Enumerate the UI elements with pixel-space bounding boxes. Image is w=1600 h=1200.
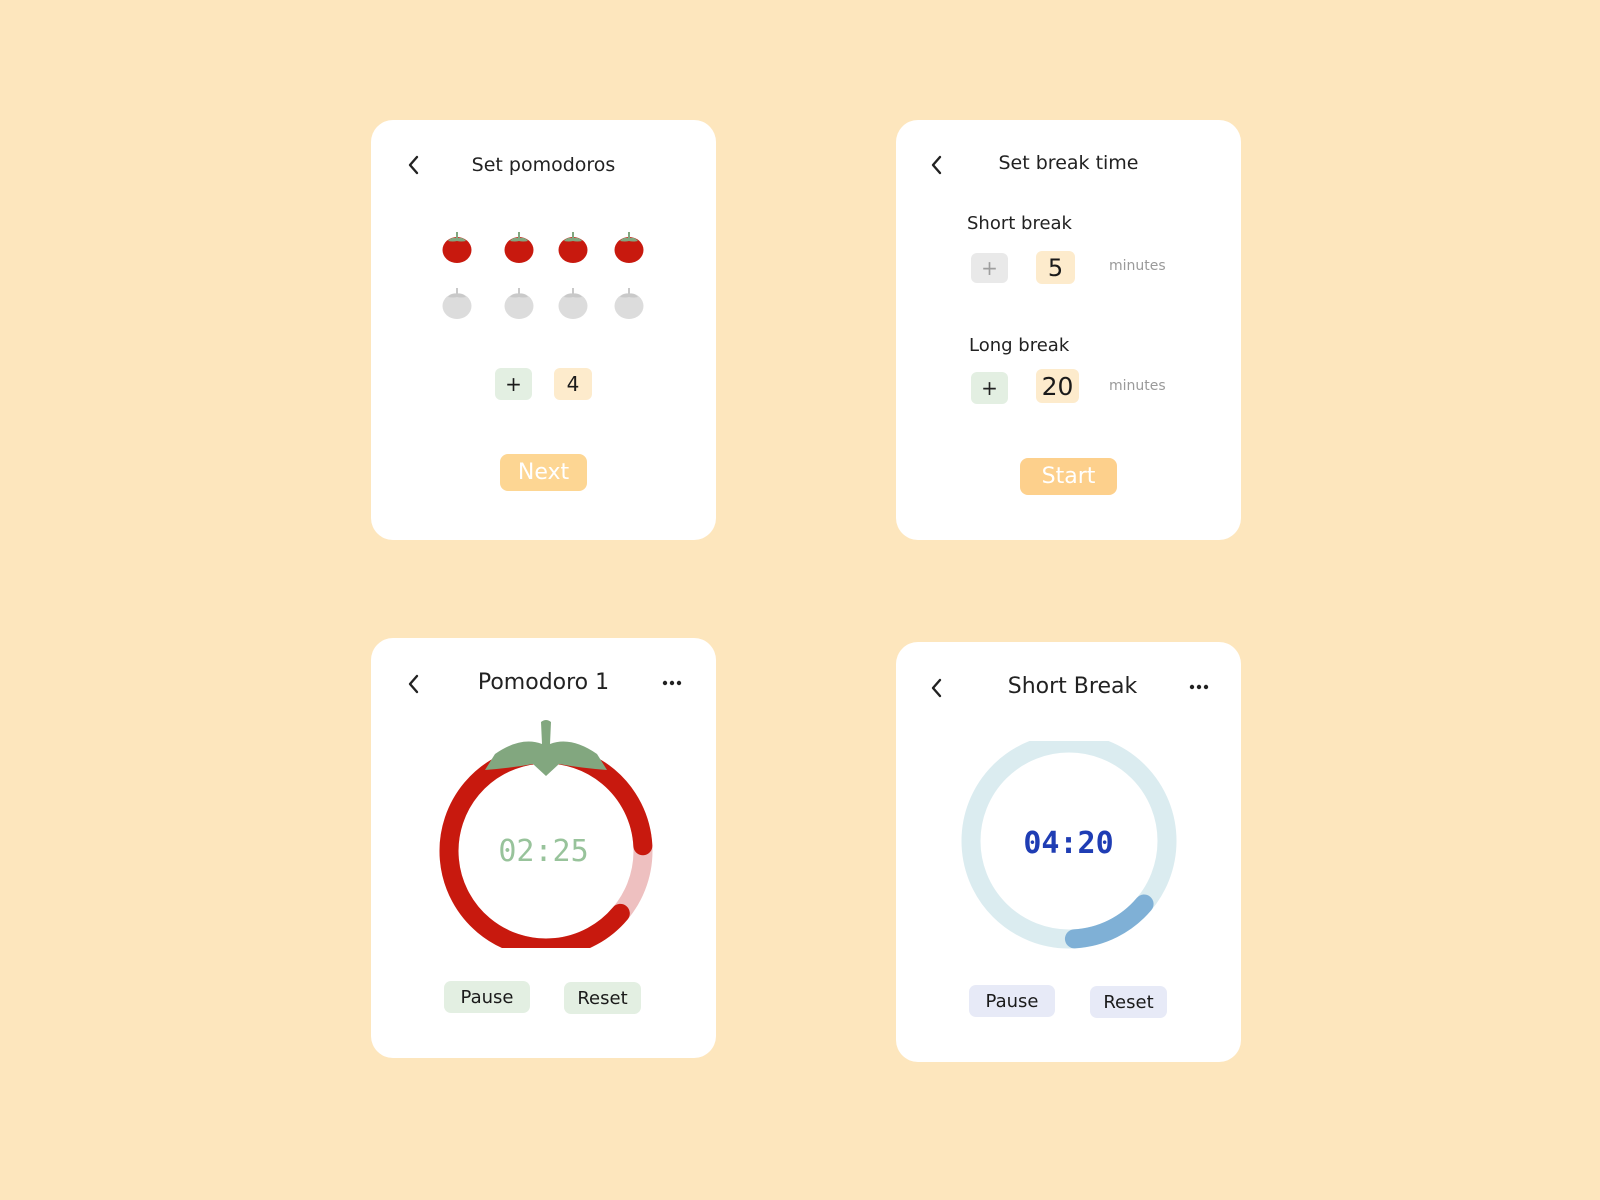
tomato-icon-unselected[interactable]: [557, 286, 589, 320]
start-button[interactable]: Start: [1020, 458, 1117, 495]
set-pomodoros-card: Set pomodoros + 4 Next: [371, 120, 716, 540]
more-horizontal-icon: [1189, 684, 1209, 690]
pause-button[interactable]: Pause: [444, 981, 530, 1013]
short-break-unit: minutes: [1109, 258, 1166, 274]
tomato-leaf-icon: [485, 720, 607, 776]
pomodoro-count: 4: [554, 368, 592, 400]
short-break-timer-card: Short Break 04:20 Pause Reset: [896, 642, 1241, 1062]
short-break-plus-button[interactable]: +: [971, 253, 1008, 283]
next-button[interactable]: Next: [500, 454, 587, 491]
set-break-card: Set break time Short break + 5 minutes L…: [896, 120, 1241, 540]
pomodoro-progress-ring: [439, 720, 653, 948]
short-break-label: Short break: [967, 213, 1072, 234]
short-break-time: 04:20: [1023, 826, 1114, 861]
pomodoro-time: 02:25: [498, 834, 589, 869]
tomato-icon-unselected[interactable]: [503, 286, 535, 320]
page-title: Set pomodoros: [471, 154, 616, 176]
pause-button[interactable]: Pause: [969, 985, 1055, 1017]
tomato-icon-selected[interactable]: [613, 230, 645, 264]
long-break-plus-button[interactable]: +: [971, 372, 1008, 404]
short-break-value: 5: [1036, 251, 1075, 284]
long-break-value: 20: [1036, 369, 1079, 403]
long-break-label: Long break: [969, 335, 1070, 356]
tomato-icon-unselected[interactable]: [441, 286, 473, 320]
page-title: Set break time: [998, 152, 1139, 174]
pomodoro-timer-card: Pomodoro 1 02:25 Pause Reset: [371, 638, 716, 1058]
tomato-icon-selected[interactable]: [441, 230, 473, 264]
tomato-icon-unselected[interactable]: [613, 286, 645, 320]
long-break-unit: minutes: [1109, 378, 1166, 394]
more-horizontal-icon: [662, 680, 682, 686]
tomato-icon-selected[interactable]: [503, 230, 535, 264]
reset-button[interactable]: Reset: [564, 982, 641, 1014]
tomato-icon-selected[interactable]: [557, 230, 589, 264]
more-options-button[interactable]: [659, 673, 685, 693]
more-options-button[interactable]: [1186, 677, 1212, 697]
add-pomodoro-button[interactable]: +: [495, 368, 532, 400]
reset-button[interactable]: Reset: [1090, 986, 1167, 1018]
